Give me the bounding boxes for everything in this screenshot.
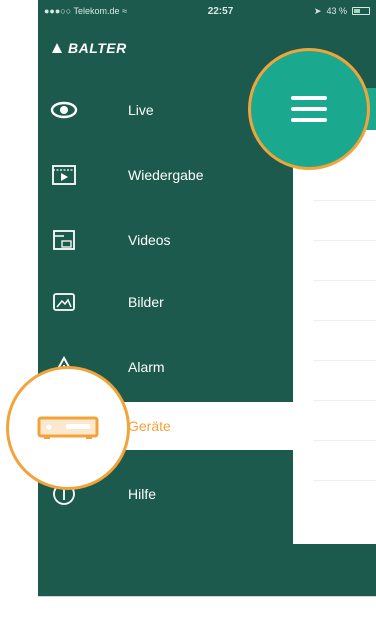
battery-icon — [351, 7, 370, 15]
wifi-icon: ≈ — [122, 6, 128, 16]
bottom-area — [38, 544, 376, 596]
list-divider — [313, 200, 376, 201]
menu-item-wiedergabe[interactable]: Wiedergabe — [38, 151, 293, 199]
status-time: 22:57 — [207, 5, 234, 17]
menu-item-videos[interactable]: Videos — [38, 216, 293, 264]
main-content-panel: ····· ····· — [293, 88, 376, 544]
list-divider — [313, 440, 376, 441]
menu-item-label: Live — [128, 102, 154, 118]
battery-percent: 43 % — [326, 6, 347, 16]
bottom-bar — [38, 596, 376, 624]
menu-item-label: Videos — [128, 232, 171, 248]
list-divider — [313, 360, 376, 361]
carrier-label: ●●●○○ Telekom.de ≈ — [44, 6, 128, 16]
location-icon: ➤ — [313, 5, 322, 16]
video-folder-icon — [50, 228, 78, 252]
menu-item-label: Hilfe — [128, 486, 157, 502]
signal-icon: ●●●○○ — [44, 6, 72, 16]
eye-icon — [50, 98, 78, 122]
hamburger-icon — [291, 96, 327, 100]
recorder-device-icon — [37, 416, 99, 439]
menu-item-label: Geräte — [128, 418, 171, 434]
brand-name: BALTER — [68, 40, 127, 56]
battery-fill — [353, 9, 360, 13]
menu-item-label: Wiedergabe — [128, 167, 204, 183]
image-icon — [50, 290, 78, 314]
list-divider — [313, 240, 376, 241]
logo-mark-icon — [52, 43, 62, 53]
list-divider — [313, 280, 376, 281]
menu-toggle-button[interactable] — [248, 48, 370, 170]
status-bar: ●●●○○ Telekom.de ≈ 22:57 ➤ 43 % — [38, 0, 376, 22]
list-divider — [313, 320, 376, 321]
playback-icon — [50, 163, 78, 187]
list-divider — [313, 400, 376, 401]
device-icon-highlight[interactable] — [6, 366, 130, 490]
brand-logo: BALTER — [50, 40, 127, 56]
menu-item-label: Alarm — [128, 359, 165, 375]
menu-item-label: Bilder — [128, 294, 164, 310]
menu-item-bilder[interactable]: Bilder — [38, 278, 293, 326]
list-divider — [313, 480, 376, 481]
